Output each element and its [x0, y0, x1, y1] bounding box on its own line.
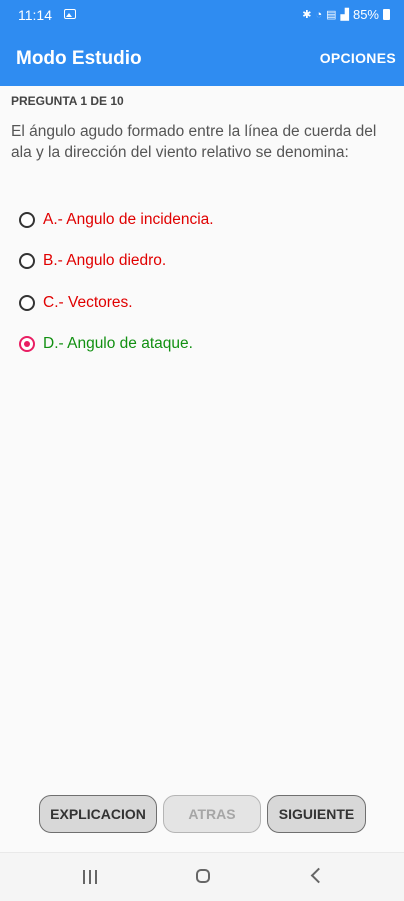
answer-option-c[interactable]: C.- Vectores. [19, 282, 214, 324]
answer-option-d[interactable]: D.- Angulo de ataque. [19, 324, 214, 366]
signal-icon: ▟ [340, 9, 349, 21]
volte-icon: ▤ [326, 9, 337, 21]
options-button[interactable]: OPCIONES [320, 50, 396, 66]
back-button[interactable]: ATRAS [163, 795, 261, 833]
recent-apps-icon[interactable] [83, 870, 97, 884]
radio-button-c[interactable] [19, 294, 35, 311]
answer-label-a: A.- Angulo de incidencia. [43, 210, 214, 228]
gallery-icon [64, 9, 76, 19]
back-icon[interactable] [310, 867, 327, 884]
radio-button-d[interactable] [19, 336, 35, 353]
battery-level: 85% [352, 7, 379, 22]
radio-button-a[interactable] [19, 211, 35, 228]
home-icon[interactable] [196, 869, 210, 883]
wifi-icon: ◔ [315, 8, 323, 21]
answer-label-d: D.- Angulo de ataque. [43, 335, 193, 353]
status-icons: ✱ ◔ ▤ ▟ 85% [302, 7, 390, 22]
status-time: 11:14 [18, 7, 52, 23]
next-button[interactable]: SIGUIENTE [267, 795, 366, 833]
bluetooth-icon: ✱ [302, 9, 312, 21]
status-bar: 11:14 ✱ ◔ ▤ ▟ 85% [0, 0, 404, 30]
radio-button-b[interactable] [19, 253, 35, 270]
answer-list: A.- Angulo de incidencia. B.- Angulo die… [19, 199, 214, 365]
navigation-bar [0, 852, 404, 901]
question-counter: PREGUNTA 1 DE 10 [11, 94, 124, 108]
answer-option-a[interactable]: A.- Angulo de incidencia. [19, 199, 214, 241]
answer-label-c: C.- Vectores. [43, 293, 133, 311]
question-text: El ángulo agudo formado entre la línea d… [11, 123, 377, 161]
explanation-button[interactable]: EXPLICACION [39, 795, 157, 833]
app-title: Modo Estudio [16, 48, 142, 69]
answer-option-b[interactable]: B.- Angulo diedro. [19, 241, 214, 283]
answer-label-b: B.- Angulo diedro. [43, 252, 167, 270]
app-bar: Modo Estudio OPCIONES [0, 30, 404, 86]
battery-icon [383, 9, 390, 20]
